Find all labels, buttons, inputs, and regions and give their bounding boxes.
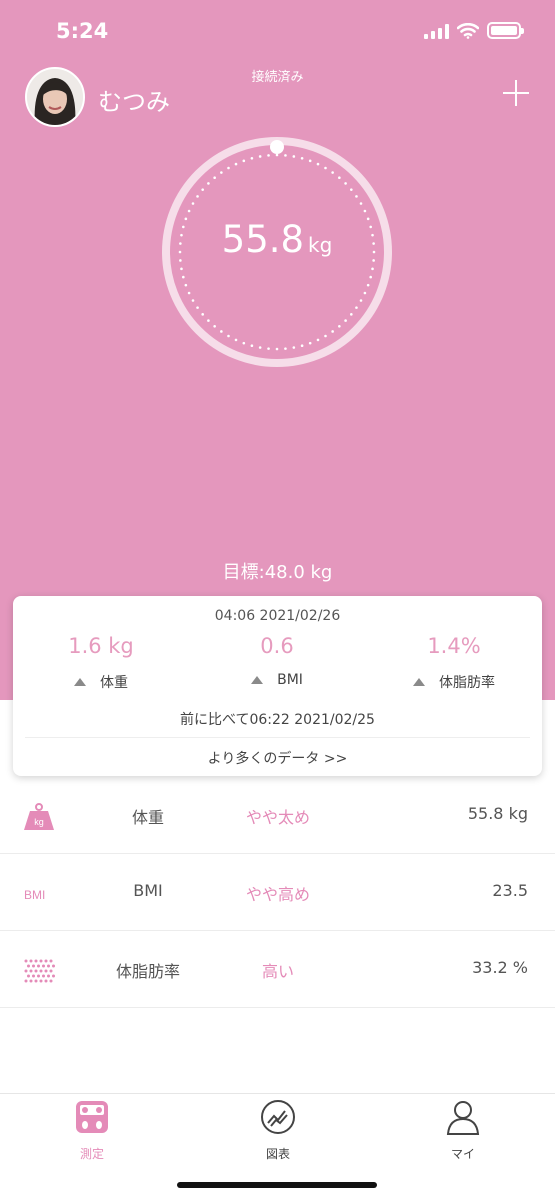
- weight-value: 55.8: [221, 218, 305, 261]
- metric-name: 体重: [131, 808, 164, 827]
- comparison-text: 前に比べて06:22 2021/02/25: [180, 712, 375, 728]
- metric-value: 23.5: [492, 881, 528, 900]
- username: むつみ: [98, 88, 170, 116]
- more-data-link[interactable]: より多くのデータ >>: [13, 748, 542, 768]
- metric-value: 33.2 %: [472, 958, 528, 977]
- metric-status: やや太め: [245, 808, 310, 827]
- metric-value: 55.8 kg: [467, 804, 528, 823]
- tab-label: マイ: [450, 1147, 475, 1161]
- status-time: 5:24: [56, 19, 109, 43]
- triangle-up-icon: [413, 678, 425, 686]
- target-weight: 目標:48.0 kg: [222, 562, 333, 583]
- tab-label: 図表: [265, 1147, 290, 1161]
- card-divider: [25, 737, 530, 738]
- metric-name: BMI: [133, 881, 163, 900]
- metric-row-bodyfat[interactable]: 体脂肪率 高い 33.2 %: [0, 931, 555, 1008]
- weight-kg-icon: kg: [24, 803, 54, 830]
- summary-card: 04:06 2021/02/26 1.6 kg 体重 0.6 BMI 1.4% …: [13, 596, 542, 776]
- battery-icon: [487, 22, 524, 39]
- tab-measure[interactable]: 測定: [52, 1099, 132, 1162]
- stat-label: BMI: [277, 672, 303, 688]
- status-icons: [424, 22, 524, 39]
- card-timestamp: 04:06 2021/02/26: [214, 608, 341, 624]
- body-fat-dots-icon: [24, 959, 55, 983]
- metric-name: 体脂肪率: [115, 962, 180, 981]
- chart-icon: [261, 1100, 295, 1134]
- stat-bmi-change: 0.6 BMI: [189, 634, 365, 688]
- weight-unit: kg: [308, 233, 333, 257]
- tab-chart[interactable]: 図表: [238, 1099, 318, 1162]
- gauge-indicator-knob: [270, 140, 284, 154]
- bmi-icon-text: BMI: [24, 888, 45, 902]
- stat-bodyfat-change: 1.4% 体脂肪率: [366, 634, 542, 692]
- tab-label: 測定: [79, 1147, 104, 1161]
- bmi-icon: BMI: [24, 888, 45, 902]
- metric-status: やや高め: [245, 885, 310, 904]
- weight-readout: 55.8 kg: [160, 218, 394, 261]
- connection-status: 接続済み: [251, 70, 304, 85]
- metric-row-bmi[interactable]: BMI BMI やや高め 23.5: [0, 854, 555, 931]
- triangle-up-icon: [251, 676, 264, 684]
- triangle-up-icon: [74, 678, 86, 686]
- stat-value: 0.6: [260, 634, 294, 658]
- stat-value: 1.4%: [427, 634, 481, 658]
- stat-label: 体脂肪率: [439, 675, 495, 691]
- scale-icon: [76, 1101, 108, 1133]
- home-indicator: [177, 1182, 377, 1188]
- metric-row-weight[interactable]: kg 体重 やや太め 55.8 kg: [0, 777, 555, 854]
- user-photo-icon: [27, 69, 83, 125]
- wifi-icon: [457, 22, 479, 39]
- stat-weight-change: 1.6 kg 体重: [13, 634, 189, 692]
- stat-label: 体重: [100, 675, 128, 691]
- person-icon: [446, 1101, 480, 1135]
- avatar[interactable]: [25, 67, 85, 127]
- metric-status: 高い: [261, 962, 294, 981]
- weight-icon-text: kg: [34, 817, 44, 827]
- cellular-signal-icon: [424, 23, 449, 39]
- tab-my[interactable]: マイ: [423, 1099, 503, 1162]
- stat-value: 1.6 kg: [68, 634, 134, 658]
- add-user-button[interactable]: [503, 80, 529, 106]
